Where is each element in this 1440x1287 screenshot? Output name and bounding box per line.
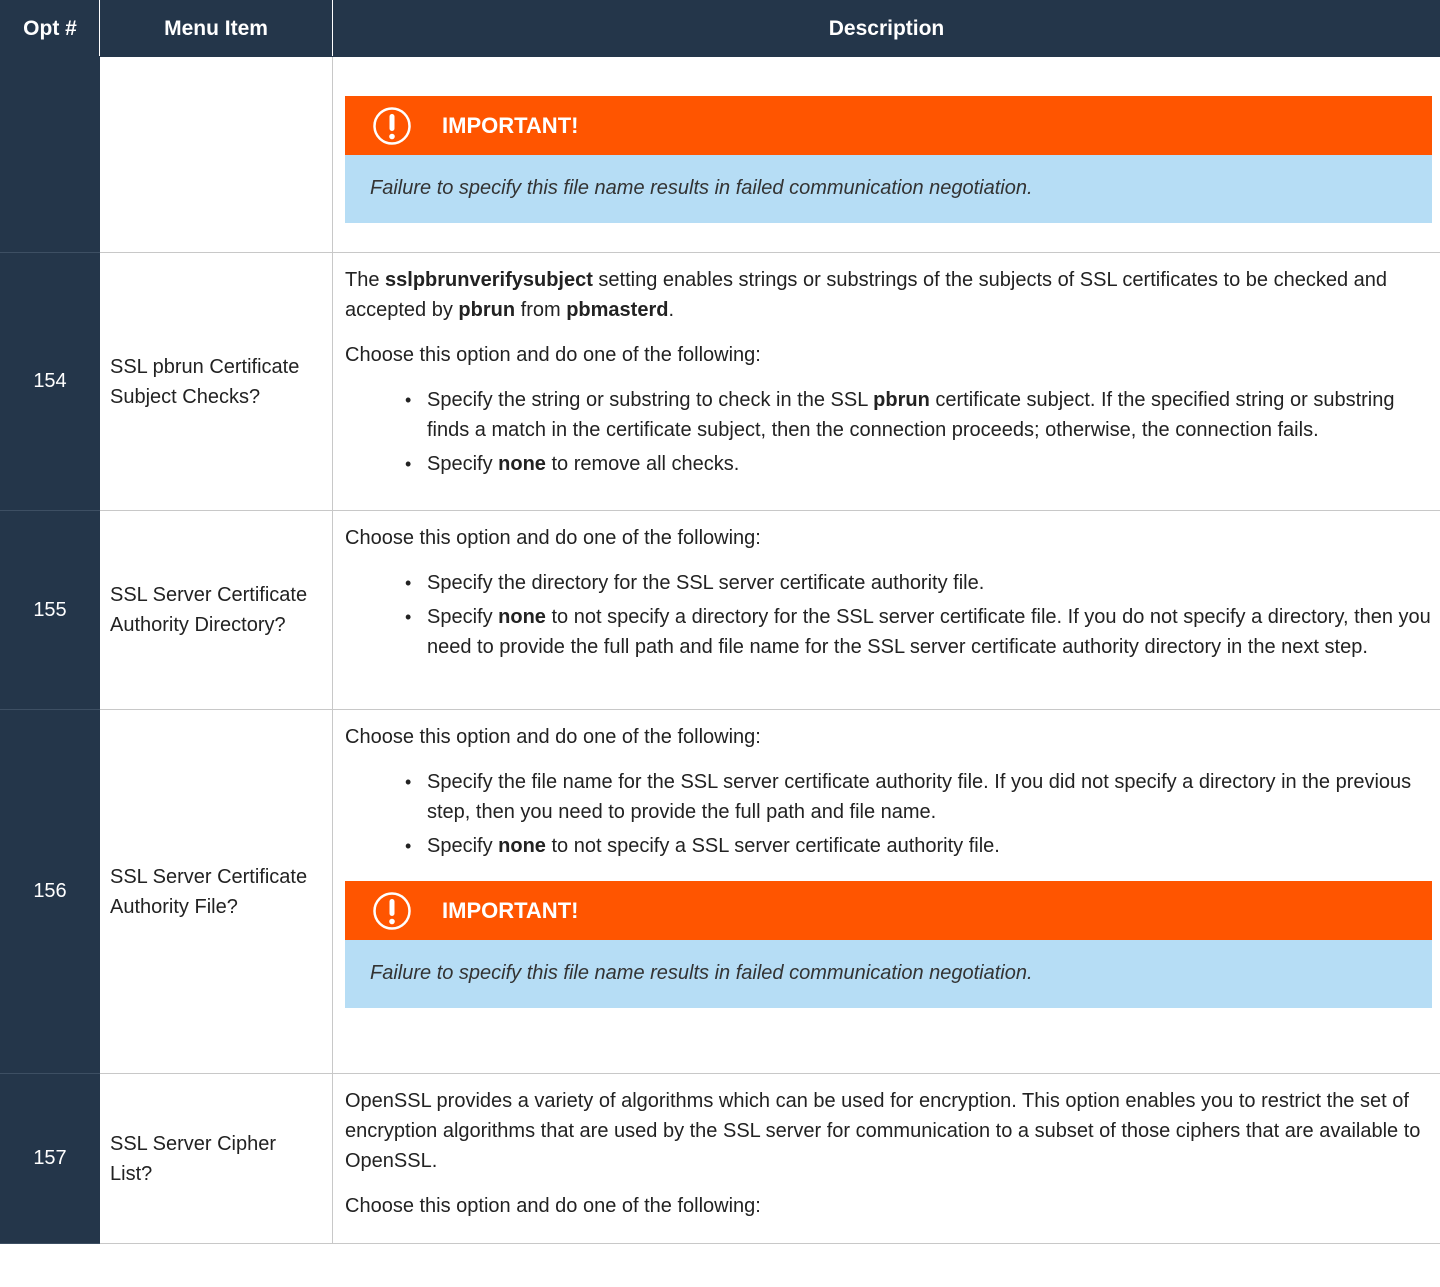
opt-number: 154	[0, 252, 100, 511]
callout-text: Failure to specify this file name result…	[345, 155, 1432, 223]
list-item: Specify none to not specify a SSL server…	[405, 831, 1440, 861]
menu-item: SSL pbrun Certificate Subject Checks?	[99, 252, 333, 511]
table-row: 154 SSL pbrun Certificate Subject Checks…	[0, 252, 1440, 511]
description-paragraph: The sslpbrunverifysubject setting enable…	[345, 269, 1388, 321]
opt-number	[0, 56, 100, 253]
table-row: 156 SSL Server Certificate Authority Fil…	[0, 709, 1440, 1074]
exclamation-circle-icon	[373, 106, 411, 145]
opt-number: 156	[0, 709, 100, 1074]
col-header-description: Description	[332, 0, 1440, 57]
exclamation-circle-icon	[373, 891, 411, 930]
list-item: Specify the file name for the SSL server…	[405, 767, 1440, 827]
description-paragraph: Choose this option and do one of the fol…	[345, 527, 761, 549]
callout-header: IMPORTANT!	[345, 881, 1432, 940]
description: Choose this option and do one of the fol…	[332, 510, 1440, 710]
description: IMPORTANT! Failure to specify this file …	[332, 56, 1440, 253]
table-row: 157 SSL Server Cipher List? OpenSSL prov…	[0, 1073, 1440, 1244]
col-header-menu: Menu Item	[99, 0, 333, 57]
callout-title: IMPORTANT!	[442, 897, 579, 923]
options-table: Opt # Menu Item Description IMPORTANT! F…	[0, 0, 1440, 1244]
description: The sslpbrunverifysubject setting enable…	[332, 252, 1440, 511]
menu-item: SSL Server Cipher List?	[99, 1073, 333, 1244]
option-list: Specify the string or substring to check…	[345, 385, 1440, 479]
callout-header: IMPORTANT!	[345, 96, 1432, 155]
list-item: Specify the string or substring to check…	[405, 385, 1440, 445]
callout-title: IMPORTANT!	[442, 112, 579, 138]
menu-item: SSL Server Certificate Authority Directo…	[99, 510, 333, 710]
callout-text: Failure to specify this file name result…	[345, 940, 1432, 1008]
option-list: Specify the file name for the SSL server…	[345, 767, 1440, 861]
description-paragraph: Choose this option and do one of the fol…	[345, 344, 761, 366]
header-row: Opt # Menu Item Description	[0, 0, 1440, 57]
important-callout: IMPORTANT! Failure to specify this file …	[345, 881, 1432, 1008]
menu-item	[99, 56, 333, 253]
description-paragraph: OpenSSL provides a variety of algorithms…	[345, 1090, 1421, 1172]
list-item: Specify none to not specify a directory …	[405, 602, 1440, 662]
description-paragraph: Choose this option and do one of the fol…	[345, 726, 761, 748]
option-list: Specify the directory for the SSL server…	[345, 568, 1440, 662]
important-callout: IMPORTANT! Failure to specify this file …	[345, 96, 1432, 223]
description: Choose this option and do one of the fol…	[332, 709, 1440, 1074]
list-item: Specify none to remove all checks.	[405, 449, 1440, 479]
col-header-opt: Opt #	[0, 0, 100, 57]
table-row: IMPORTANT! Failure to specify this file …	[0, 56, 1440, 253]
list-item: Specify the directory for the SSL server…	[405, 568, 1440, 598]
opt-number: 155	[0, 510, 100, 710]
description: OpenSSL provides a variety of algorithms…	[332, 1073, 1440, 1244]
table-row: 155 SSL Server Certificate Authority Dir…	[0, 510, 1440, 710]
description-paragraph: Choose this option and do one of the fol…	[345, 1195, 761, 1217]
menu-item: SSL Server Certificate Authority File?	[99, 709, 333, 1074]
opt-number: 157	[0, 1073, 100, 1244]
